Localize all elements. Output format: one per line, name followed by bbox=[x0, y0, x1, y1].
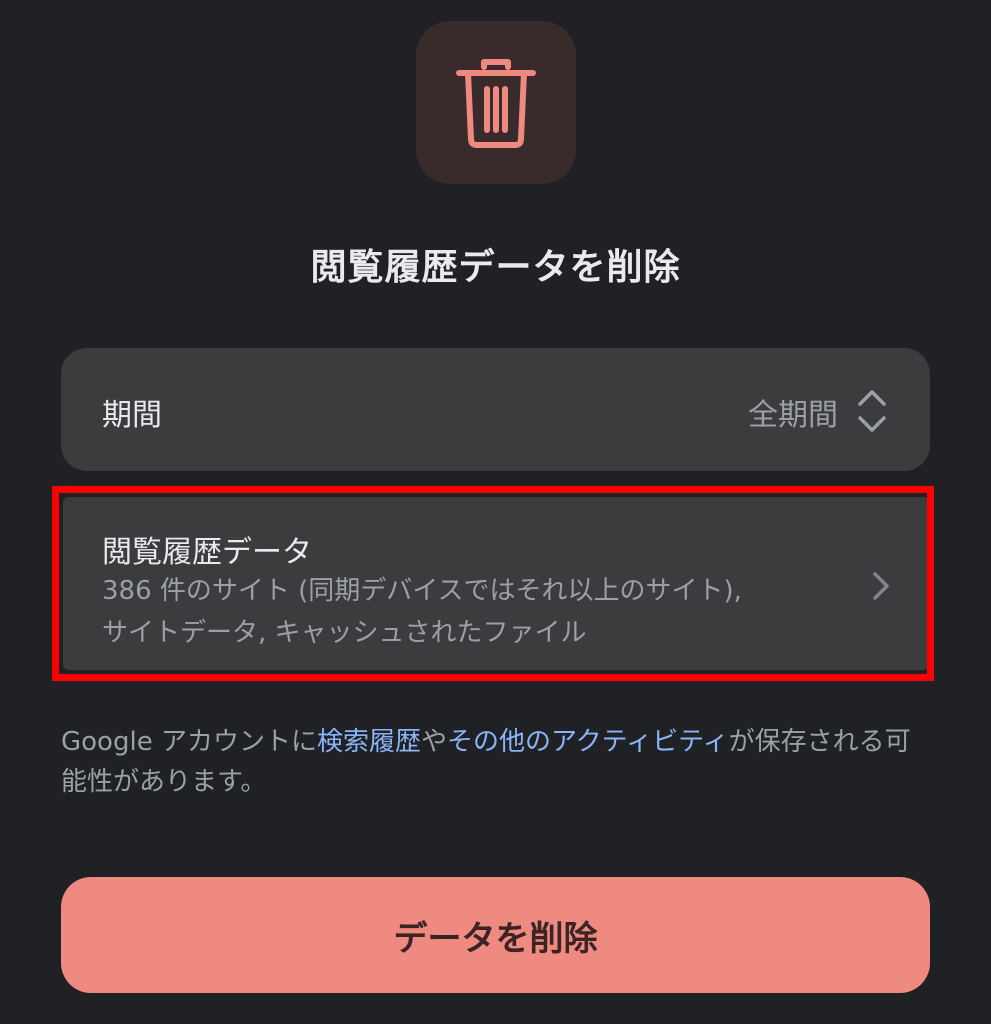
browsing-history-desc-line1: 386 件のサイト (同期デバイスではそれ以上のサイト), bbox=[102, 576, 742, 606]
browsing-history-item[interactable]: 閲覧履歴データ 386 件のサイト (同期デバイスではそれ以上のサイト), サイ… bbox=[63, 497, 929, 670]
period-selector[interactable]: 期間 全期間 bbox=[61, 348, 930, 471]
notice-middle: や bbox=[420, 727, 447, 757]
trash-icon-tile bbox=[416, 21, 576, 184]
browsing-history-description: 386 件のサイト (同期デバイスではそれ以上のサイト), サイトデータ, キャ… bbox=[102, 570, 842, 654]
chevron-right-icon bbox=[873, 572, 889, 600]
browsing-history-title: 閲覧履歴データ bbox=[102, 535, 312, 570]
delete-data-button[interactable]: データを削除 bbox=[61, 877, 930, 993]
trash-icon bbox=[456, 58, 536, 148]
browsing-history-desc-line2: サイトデータ, キャッシュされたファイル bbox=[102, 618, 587, 648]
period-value: 全期間 bbox=[748, 398, 838, 433]
chevron-up-down-icon bbox=[858, 390, 886, 432]
clear-browsing-data-dialog: 閲覧履歴データを削除 期間 全期間 閲覧履歴データ 386 件のサイト (同期デ… bbox=[0, 0, 991, 1024]
google-account-notice: Google アカウントに検索履歴やその他のアクティビティが保存される可能性があ… bbox=[61, 722, 931, 802]
period-label: 期間 bbox=[102, 398, 162, 433]
search-history-link[interactable]: 検索履歴 bbox=[317, 727, 421, 757]
notice-prefix: Google アカウントに bbox=[61, 727, 317, 757]
other-activity-link[interactable]: その他のアクティビティ bbox=[447, 727, 729, 757]
dialog-title: 閲覧履歴データを削除 bbox=[310, 247, 681, 288]
